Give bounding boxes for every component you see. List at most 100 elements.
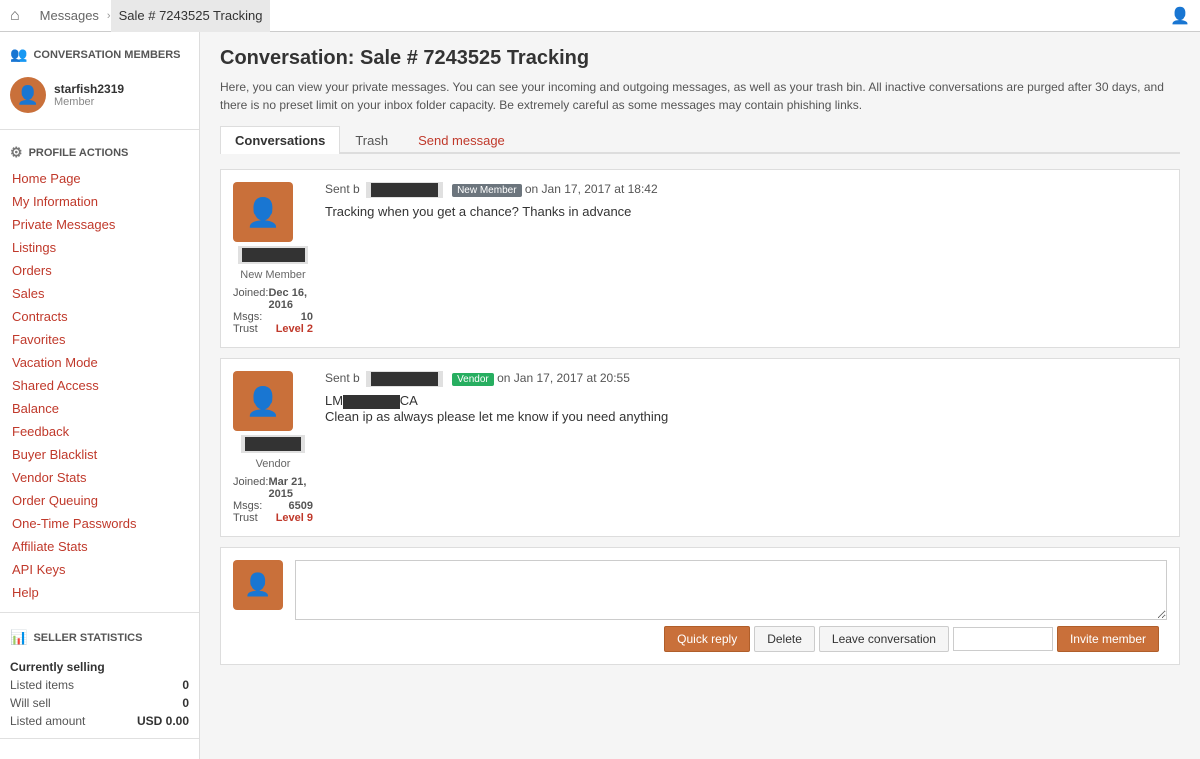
leave-conversation-button[interactable]: Leave conversation: [819, 626, 949, 652]
sidebar-item-help[interactable]: Help: [0, 581, 199, 604]
reply-actions: Quick reply Delete Leave conversation In…: [295, 626, 1167, 652]
profile-actions-header: ⚙ PROFILE ACTIONS: [0, 138, 199, 167]
tab-send-message[interactable]: Send message: [403, 126, 520, 154]
msg2-badge: Vendor: [452, 373, 494, 386]
members-icon: 👥: [10, 46, 27, 63]
sidebar-item-shared-access[interactable]: Shared Access: [0, 374, 199, 397]
tab-conversations[interactable]: Conversations: [220, 126, 340, 154]
message-card-1: 👤 New Member Joined: Dec 16, 2016 Msgs: …: [220, 169, 1180, 348]
page-title: Conversation: Sale # 7243525 Tracking: [220, 47, 1180, 70]
sidebar-item-vendor-stats[interactable]: Vendor Stats: [0, 466, 199, 489]
msg2-msgs-row: Msgs: 6509: [233, 500, 313, 512]
seller-statistics-label: SELLER STATISTICS: [33, 632, 142, 644]
msg2-left: 👤 Vendor Joined: Mar 21, 2015 Msgs: 6509: [233, 371, 313, 524]
profile-actions-label: PROFILE ACTIONS: [29, 147, 129, 159]
msg2-sender-redacted: [371, 372, 438, 386]
msg1-sender-box: [366, 182, 443, 198]
breadcrumb-messages[interactable]: Messages: [32, 0, 107, 32]
msg2-joined-row: Joined: Mar 21, 2015: [233, 476, 313, 500]
sidebar-item-contracts[interactable]: Contracts: [0, 305, 199, 328]
sidebar-item-order-queuing[interactable]: Order Queuing: [0, 489, 199, 512]
msg1-msgs-row: Msgs: 10: [233, 311, 313, 323]
msg2-joined-label: Joined:: [233, 476, 268, 500]
sidebar-item-my-information[interactable]: My Information: [0, 190, 199, 213]
msg1-trust-label: Trust: [233, 323, 258, 335]
msg2-trust-label: Trust: [233, 512, 258, 524]
reply-right: Quick reply Delete Leave conversation In…: [295, 560, 1167, 652]
reply-avatar: 👤: [233, 560, 283, 610]
listed-amount-label: Listed amount: [10, 714, 85, 728]
message-card-2: 👤 Vendor Joined: Mar 21, 2015 Msgs: 6509: [220, 358, 1180, 537]
delete-button[interactable]: Delete: [754, 626, 815, 652]
reply-textarea[interactable]: [295, 560, 1167, 620]
sidebar-item-private-messages[interactable]: Private Messages: [0, 213, 199, 236]
sidebar-user-info: starfish2319 Member: [54, 82, 124, 108]
sidebar-item-api-keys[interactable]: API Keys: [0, 558, 199, 581]
msg2-right: Sent b Vendor on Jan 17, 2017 at 20:55 L…: [325, 371, 1167, 524]
msg2-trust-value: Level 9: [276, 512, 313, 524]
sidebar-item-affiliate-stats[interactable]: Affiliate Stats: [0, 535, 199, 558]
sidebar-username: starfish2319: [54, 82, 124, 96]
msg2-role: Vendor: [233, 458, 313, 470]
sidebar-item-feedback[interactable]: Feedback: [0, 420, 199, 443]
msg1-msgs-value: 10: [301, 311, 313, 323]
msg1-left: 👤 New Member Joined: Dec 16, 2016 Msgs: …: [233, 182, 313, 335]
msg1-header: Sent b New Member on Jan 17, 2017 at 18:…: [325, 182, 1167, 198]
msg1-sent-suffix: on Jan 17, 2017 at 18:42: [525, 182, 658, 196]
msg2-stats: Joined: Mar 21, 2015 Msgs: 6509 Trust Le…: [233, 476, 313, 524]
sidebar-item-home-page[interactable]: Home Page: [0, 167, 199, 190]
conversation-members-section: 👥 CONVERSATION MEMBERS 👤 starfish2319 Me…: [0, 32, 199, 130]
msg2-sent-prefix: Sent b: [325, 371, 360, 385]
msg2-username-redacted: [245, 437, 302, 451]
conversation-members-label: CONVERSATION MEMBERS: [33, 49, 180, 61]
sidebar-user-role: Member: [54, 96, 124, 108]
sidebar-item-orders[interactable]: Orders: [0, 259, 199, 282]
msg1-avatar-container: 👤 New Member: [233, 182, 313, 281]
conversation-members-header: 👥 CONVERSATION MEMBERS: [0, 40, 199, 69]
msg1-sender-redacted: [371, 183, 438, 197]
msg1-joined-value: Dec 16, 2016: [268, 287, 313, 311]
sidebar-item-listings[interactable]: Listings: [0, 236, 199, 259]
listed-items-label: Listed items: [10, 678, 74, 692]
quick-reply-button[interactable]: Quick reply: [664, 626, 750, 652]
msg2-body-text: Clean ip as always please let me know if…: [325, 409, 668, 424]
msg2-trust-row: Trust Level 9: [233, 512, 313, 524]
profile-actions-section: ⚙ PROFILE ACTIONS Home Page My Informati…: [0, 130, 199, 613]
message-tabs: Conversations Trash Send message: [220, 126, 1180, 154]
msg2-msgs-label: Msgs:: [233, 500, 262, 512]
sidebar-item-buyer-blacklist[interactable]: Buyer Blacklist: [0, 443, 199, 466]
msg2-sender-box: [366, 371, 443, 387]
msg1-msgs-label: Msgs:: [233, 311, 262, 323]
msg1-body: Tracking when you get a chance? Thanks i…: [325, 204, 1167, 219]
tab-trash[interactable]: Trash: [340, 126, 403, 154]
will-sell-row: Will sell 0: [0, 694, 199, 712]
invite-member-input[interactable]: [953, 627, 1053, 651]
listed-items-row: Listed items 0: [0, 676, 199, 694]
sidebar-item-favorites[interactable]: Favorites: [0, 328, 199, 351]
msg2-avatar: 👤: [233, 371, 293, 431]
reply-card: 👤 Quick reply Delete Leave conversation …: [220, 547, 1180, 665]
main-content: Conversation: Sale # 7243525 Tracking He…: [200, 32, 1200, 759]
msg1-right: Sent b New Member on Jan 17, 2017 at 18:…: [325, 182, 1167, 335]
sidebar-item-sales[interactable]: Sales: [0, 282, 199, 305]
home-icon[interactable]: ⌂: [10, 7, 20, 25]
msg2-body: LM CA Clean ip as always please let me k…: [325, 393, 1167, 424]
msg1-username: [238, 246, 308, 264]
msg2-tracking-redacted: [343, 395, 400, 409]
will-sell-label: Will sell: [10, 696, 51, 710]
msg1-badge: New Member: [452, 184, 521, 197]
invite-member-button[interactable]: Invite member: [1057, 626, 1159, 652]
sidebar: 👥 CONVERSATION MEMBERS 👤 starfish2319 Me…: [0, 32, 200, 759]
msg2-username: [241, 435, 306, 453]
seller-statistics-section: 📊 SELLER STATISTICS Currently selling Li…: [0, 613, 199, 739]
msg1-username-redacted: [242, 248, 305, 262]
will-sell-value: 0: [182, 696, 189, 710]
sidebar-item-vacation-mode[interactable]: Vacation Mode: [0, 351, 199, 374]
msg2-avatar-container: 👤 Vendor: [233, 371, 313, 470]
listed-amount-row: Listed amount USD 0.00: [0, 712, 199, 730]
sidebar-item-balance[interactable]: Balance: [0, 397, 199, 420]
msg2-msgs-value: 6509: [289, 500, 313, 512]
user-icon[interactable]: 👤: [1170, 8, 1190, 25]
profile-actions-icon: ⚙: [10, 144, 23, 161]
sidebar-item-one-time-passwords[interactable]: One-Time Passwords: [0, 512, 199, 535]
